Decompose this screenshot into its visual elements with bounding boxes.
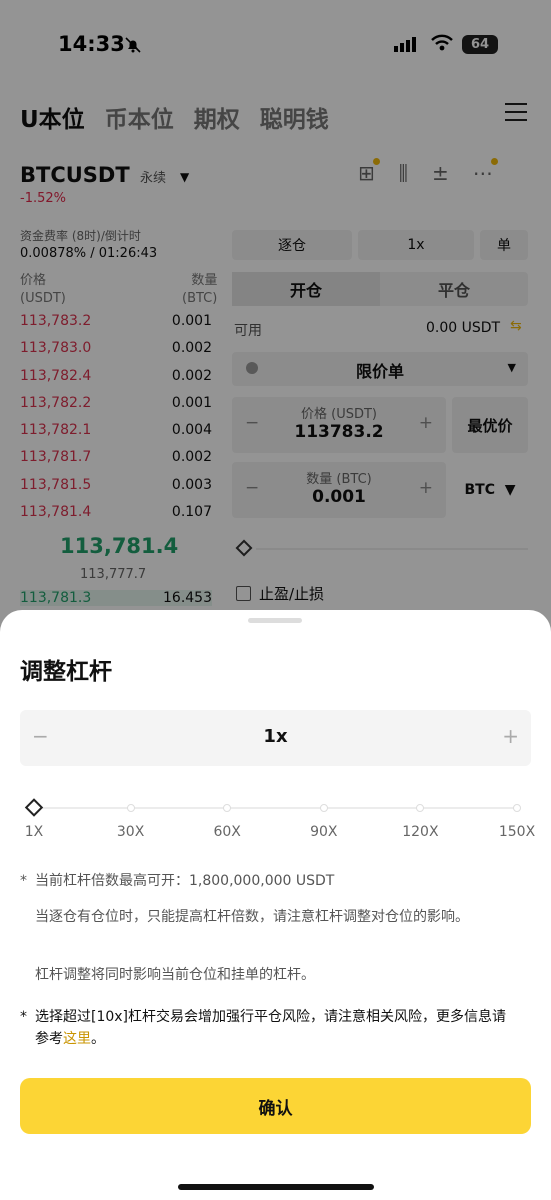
slider-tick[interactable] [126,804,135,812]
home-indicator [178,1184,374,1190]
tick-label[interactable]: 30X [117,824,144,840]
reference-link[interactable]: 这里 [63,1031,91,1047]
slider-tick[interactable] [223,804,232,812]
slider-tick[interactable] [319,804,328,812]
tick-label[interactable]: 90X [310,824,337,840]
slider-tick[interactable] [513,804,521,812]
slider-tick[interactable] [416,804,425,812]
leverage-value: 1x [263,726,288,747]
leverage-slider[interactable]: 1X 30X 60X 90X 120X 150X [20,792,535,844]
leverage-stepper[interactable]: − 1x + [20,710,531,766]
note-max-position: * 当前杠杆倍数最高可开：1,800,000,000 USDT [20,873,335,889]
tick-label[interactable]: 60X [213,824,240,840]
note-max-label: 当前杠杆倍数最高可开： [35,873,189,889]
note-affects: 杠杆调整将同时影响当前仓位和挂单的杠杆。 [35,967,315,983]
plus-icon[interactable]: + [502,724,519,748]
note-isolated: 当逐仓有仓位时，只能提高杠杆倍数，请注意杠杆调整对仓位的影响。 [35,909,469,925]
note-risk: * 选择超过[10x]杠杆交易会增加强行平仓风险，请注意相关风险，更多信息请参考这… [20,1009,507,1047]
tick-label[interactable]: 150X [499,824,535,840]
tick-label[interactable]: 1X [25,824,44,840]
sheet-handle[interactable] [248,618,302,623]
note-max-value: 1,800,000,000 USDT [189,873,335,889]
confirm-button[interactable]: 确认 [20,1078,531,1134]
slider-track[interactable] [34,807,517,809]
tick-label[interactable]: 120X [402,824,438,840]
leverage-sheet: 调整杠杆 − 1x + 1X 30X 60X 90X 120X 150X * 当前杠杆倍数最… [0,610,551,1200]
sheet-title: 调整杠杆 [20,659,112,685]
slider-knob[interactable] [24,798,44,817]
